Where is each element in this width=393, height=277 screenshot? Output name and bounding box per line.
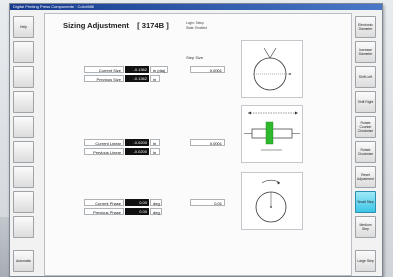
shift-left-button[interactable]: Shift Left (355, 66, 376, 88)
current-phase-unit: deg (150, 199, 162, 206)
title-code: [ 3174B ] (137, 21, 169, 30)
large-step-button[interactable]: Large Step (355, 250, 376, 272)
increase-diameter-button[interactable]: Increase Diameter (355, 41, 376, 63)
previous-linear-label: Previous Linear (84, 148, 124, 155)
left-button-2[interactable] (13, 41, 34, 63)
state-status: State: Enabled (186, 26, 207, 30)
reset-adjustment-button[interactable]: Reset Adjustment (355, 166, 376, 188)
current-linear-value: -0.0200 (125, 139, 149, 146)
left-button-4[interactable] (13, 91, 34, 113)
linear-diagram-panel (241, 105, 303, 163)
previous-phase-value: 0.00 (125, 208, 149, 215)
left-button-7[interactable] (13, 166, 34, 188)
previous-phase-label: Previous Phase (84, 208, 124, 215)
phase-diagram-panel (241, 172, 303, 230)
left-button-3[interactable] (13, 66, 34, 88)
size-diagram-panel (241, 40, 303, 98)
automatic-button[interactable]: Automatic (13, 250, 34, 272)
current-linear-unit: in (150, 139, 160, 146)
previous-size-label: Previous Size (84, 75, 124, 82)
current-size-value: -0.1362 (125, 66, 149, 73)
title-bar: Digital Printing Press Components · Colo… (10, 4, 382, 10)
previous-phase-unit: deg (150, 208, 162, 215)
current-phase-value: 0.00 (125, 199, 149, 206)
shift-right-button[interactable]: Shift Right (355, 91, 376, 113)
main-panel: Sizing Adjustment [ 3174B ] Login: Setup… (44, 13, 352, 276)
left-button-5[interactable] (13, 116, 34, 138)
left-button-9[interactable] (13, 216, 34, 238)
title-text: Sizing Adjustment (63, 21, 129, 30)
phase-step-field[interactable]: 0.01 (190, 199, 225, 206)
left-button-8[interactable] (13, 191, 34, 213)
login-status: Login: Setup (186, 21, 204, 25)
rotate-ccw-button[interactable]: Rotate Counter Clockwise (355, 116, 376, 138)
linear-diagram-icon (244, 111, 300, 151)
small-step-button[interactable]: Small Step (355, 191, 376, 213)
size-step-field[interactable]: 0.0001 (190, 66, 225, 73)
page-title: Sizing Adjustment [ 3174B ] (63, 21, 169, 30)
app-window: Digital Printing Press Components · Colo… (9, 3, 383, 277)
medium-step-button[interactable]: Medium Step (355, 216, 376, 238)
help-button[interactable]: Help (13, 16, 34, 38)
previous-linear-unit: in (150, 148, 160, 155)
left-button-6[interactable] (13, 141, 34, 163)
diameter-diagram-icon (253, 47, 291, 91)
current-size-label: Current Size (84, 66, 124, 73)
current-linear-label: Current Linear (84, 139, 124, 146)
previous-linear-value: -0.0200 (125, 148, 149, 155)
step-size-label: Step Size (186, 55, 204, 60)
phase-diagram-icon (255, 179, 287, 223)
current-size-unit: in (dia) (150, 66, 168, 73)
previous-size-unit: in (150, 75, 160, 82)
previous-size-value: -0.1362 (125, 75, 149, 82)
rotate-cw-button[interactable]: Rotate Clockwise (355, 141, 376, 163)
electronic-diameter-button[interactable]: Electronic Diameter (355, 16, 376, 38)
linear-step-field[interactable]: 0.0001 (190, 139, 225, 146)
current-phase-label: Current Phase (84, 199, 124, 206)
